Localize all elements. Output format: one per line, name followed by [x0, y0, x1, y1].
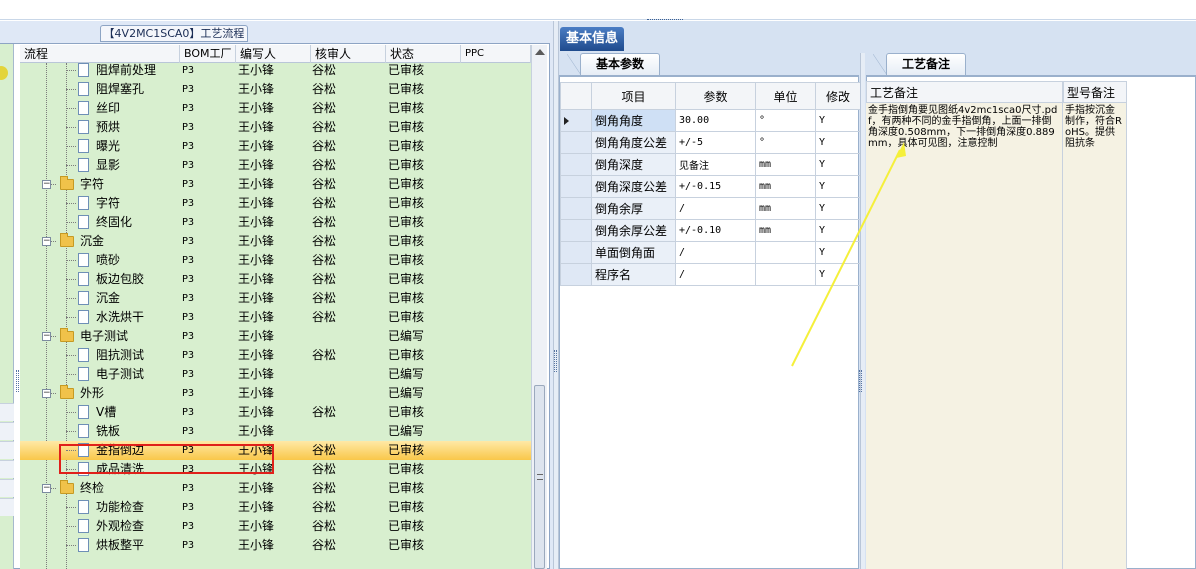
- annotation-arrow: [791, 142, 906, 367]
